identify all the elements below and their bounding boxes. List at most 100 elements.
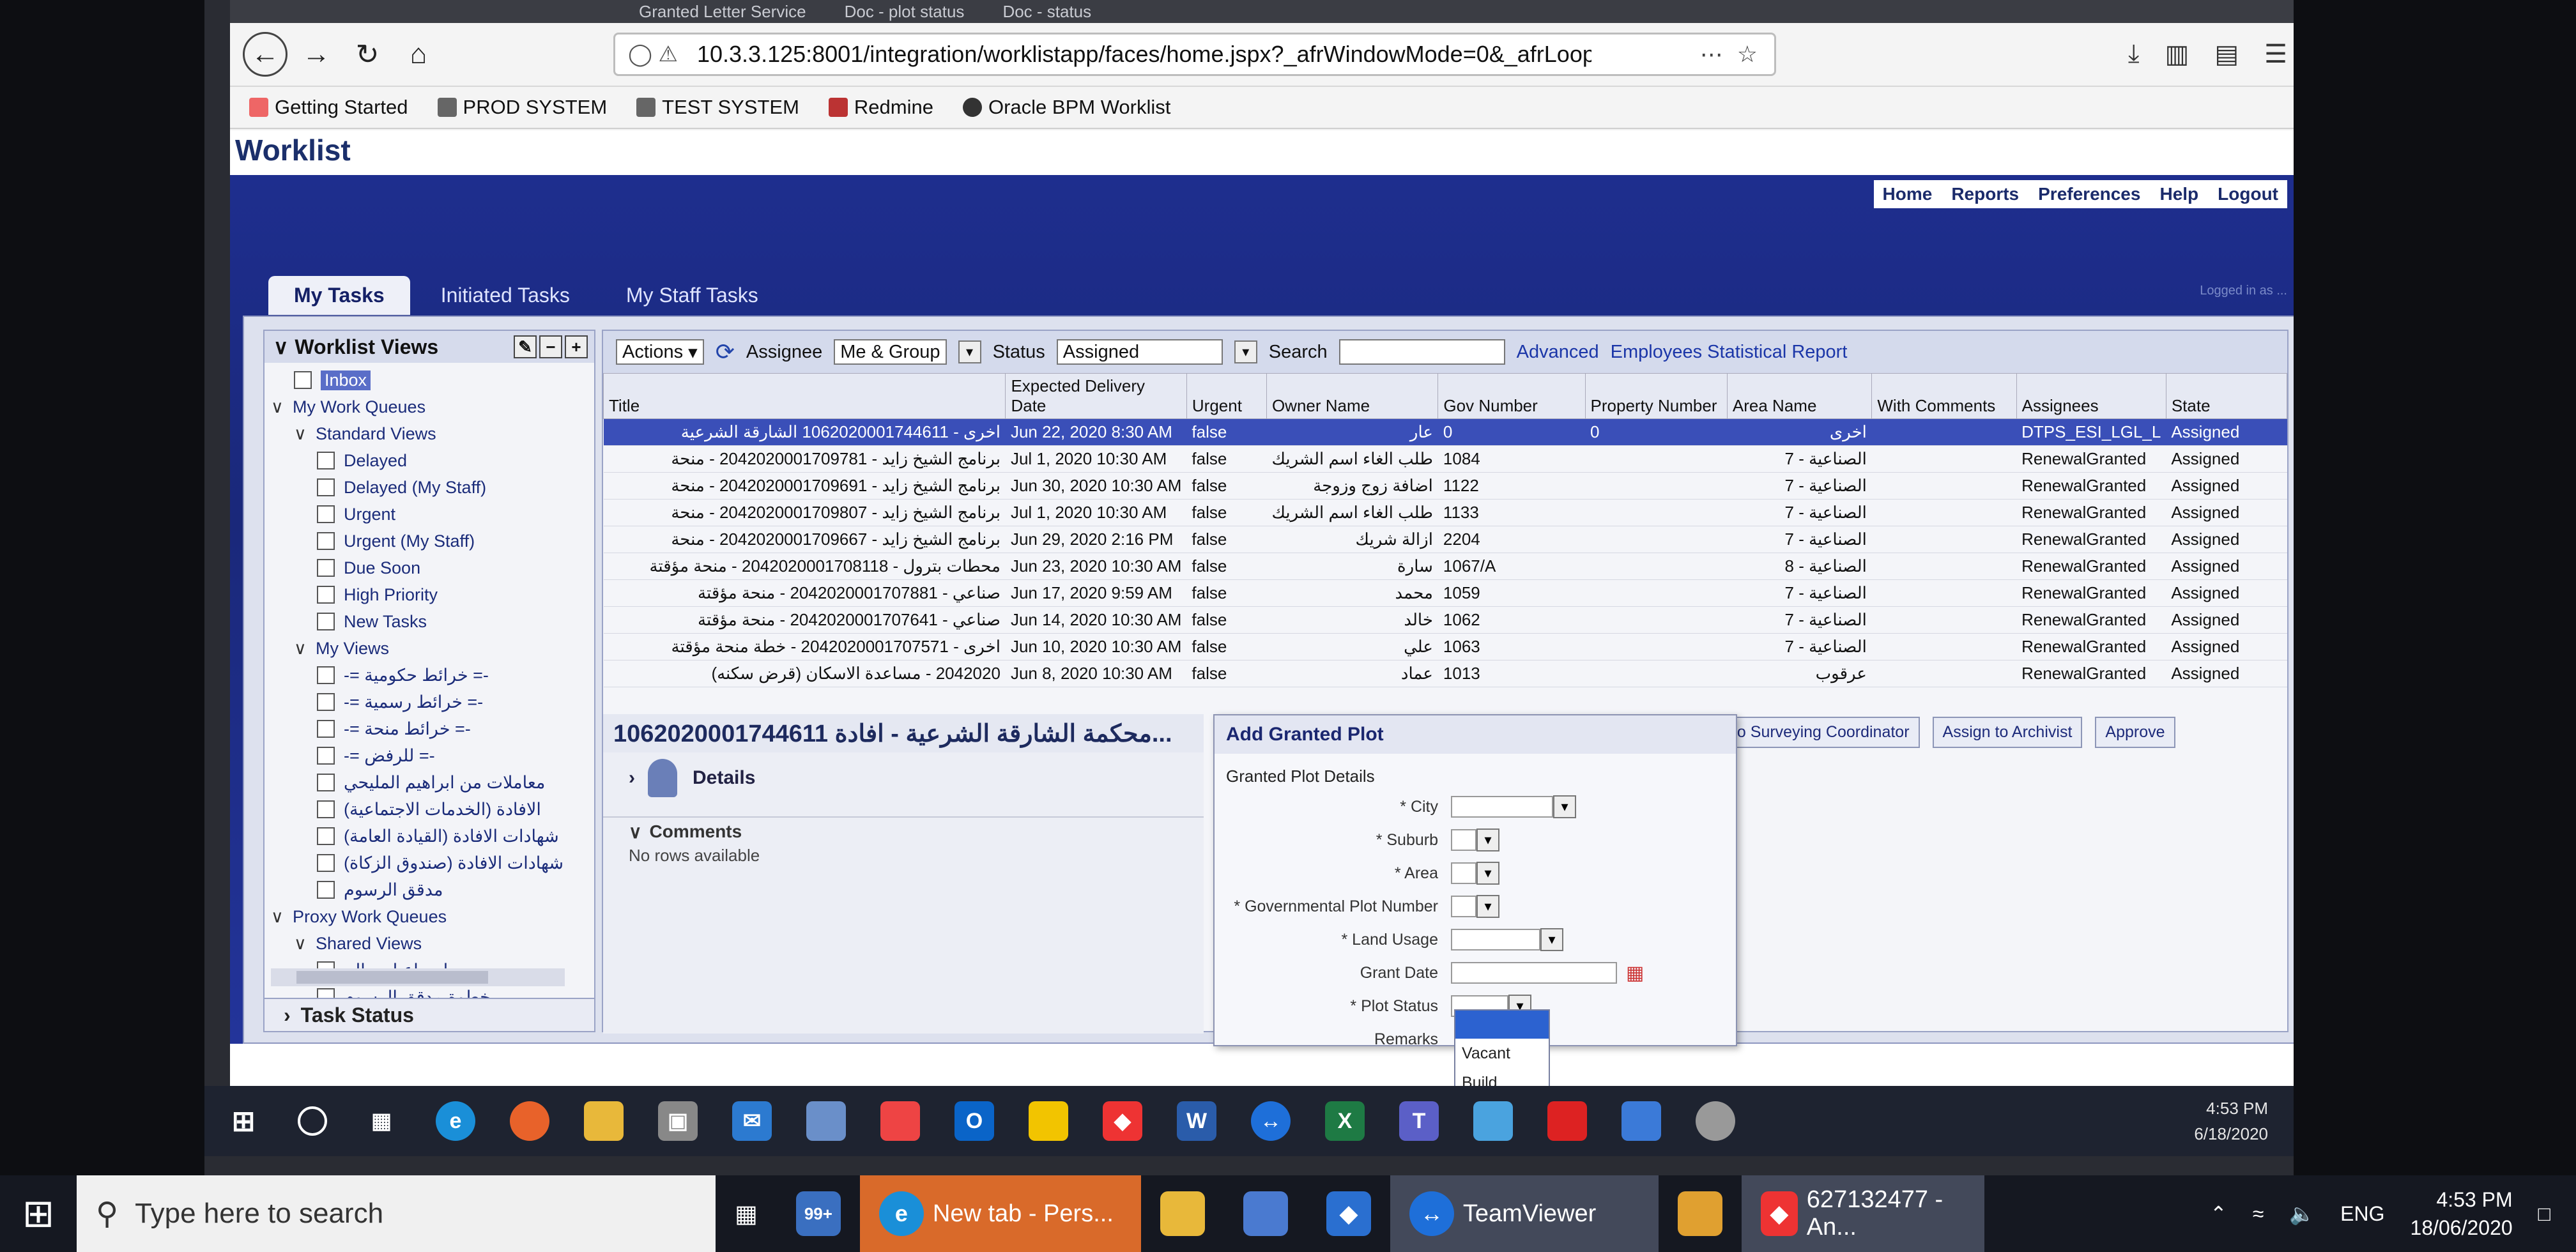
refresh-icon[interactable]: ⟳	[716, 339, 735, 365]
status-select[interactable]: Assigned	[1056, 339, 1223, 365]
notifications-icon[interactable]: □	[2538, 1202, 2550, 1226]
calendar-icon[interactable]: ▦	[1626, 962, 1644, 984]
table-row[interactable]: برنامج الشيخ زايد - 2042020001709667 - م…	[603, 526, 2287, 553]
column-header[interactable]: Urgent	[1186, 373, 1267, 419]
outlook-icon[interactable]: O	[954, 1101, 994, 1141]
teamviewer-icon[interactable]: ↔	[1251, 1101, 1291, 1141]
cortana-icon[interactable]	[298, 1106, 327, 1136]
taskbar-search[interactable]: ⚲ Type here to search	[77, 1175, 716, 1252]
word-icon[interactable]: W	[1177, 1101, 1216, 1141]
remove-view-icon[interactable]: −	[539, 335, 562, 358]
form-select[interactable]	[1451, 862, 1476, 884]
chevron-down-icon[interactable]: ▾	[1234, 340, 1257, 363]
tree-view-item[interactable]: -= خرائط رسمية =-	[271, 689, 594, 715]
assignee-select[interactable]: Me & Group	[834, 339, 947, 365]
anydesk-icon[interactable]: ◆	[1103, 1101, 1142, 1141]
tree-view-item[interactable]: New Tasks	[271, 608, 594, 635]
reports-link[interactable]: Reports	[1951, 184, 2019, 204]
tab-my-staff-tasks[interactable]: My Staff Tasks	[601, 276, 784, 315]
taskbar-app-remote[interactable]	[1224, 1175, 1307, 1252]
chevron-down-icon[interactable]: ▾	[1476, 895, 1499, 918]
approve-button[interactable]: Approve	[2095, 717, 2175, 748]
firefox-icon[interactable]	[510, 1101, 549, 1141]
browser-tab[interactable]: Doc - plot status	[845, 2, 965, 22]
page-actions-icon[interactable]: ⋯ ☆	[1700, 41, 1761, 68]
file-explorer-icon[interactable]	[584, 1101, 624, 1141]
task-status-section[interactable]: › Task Status	[264, 998, 594, 1031]
snip-icon[interactable]	[880, 1101, 920, 1141]
tree-view-item[interactable]: مدقق الرسوم	[271, 876, 594, 903]
bookmark-prod-system[interactable]: PROD SYSTEM	[437, 96, 607, 119]
tree-view-item[interactable]: -= خرائط منحة =-	[271, 715, 594, 742]
grant-date-input[interactable]	[1451, 962, 1617, 984]
tree-group[interactable]: ∨ Shared Views	[271, 930, 594, 957]
table-row[interactable]: برنامج الشيخ زايد - 2042020001709691 - م…	[603, 472, 2287, 500]
notes-icon[interactable]	[1029, 1101, 1068, 1141]
library-icon[interactable]: ▥	[2165, 40, 2189, 69]
taskbar-app-explorer[interactable]	[1141, 1175, 1224, 1252]
acrobat-icon[interactable]	[1547, 1101, 1587, 1141]
tree-view-item[interactable]: شهادات الافادة (صندوق الزكاة)	[271, 850, 594, 876]
paint-icon[interactable]	[1621, 1101, 1661, 1141]
table-row[interactable]: برنامج الشيخ زايد - 2042020001709781 - م…	[603, 445, 2287, 473]
help-link[interactable]: Help	[2159, 184, 2198, 204]
tree-view-item[interactable]: Delayed (My Staff)	[271, 474, 594, 501]
option-blank[interactable]	[1455, 1011, 1549, 1039]
actions-menu[interactable]: Actions ▾	[616, 339, 704, 365]
tree-view-item[interactable]: High Priority	[271, 581, 594, 608]
browser-tab[interactable]: Granted Letter Service	[639, 2, 806, 22]
edge-icon[interactable]: e	[436, 1101, 475, 1141]
expand-icon[interactable]: ∨	[294, 934, 310, 954]
reload-button[interactable]: ↻	[345, 32, 390, 77]
tree-view-item[interactable]: Urgent	[271, 501, 594, 528]
tree-group[interactable]: ∨ My Views	[271, 635, 594, 662]
bookmark-test-system[interactable]: TEST SYSTEM	[636, 96, 799, 119]
home-link[interactable]: Home	[1883, 184, 1933, 204]
teams-icon[interactable]: T	[1399, 1101, 1439, 1141]
preferences-link[interactable]: Preferences	[2038, 184, 2140, 204]
forward-button[interactable]: →	[294, 32, 339, 77]
expand-icon[interactable]: ∨	[294, 639, 310, 659]
chevron-down-icon[interactable]: ▾	[1476, 828, 1499, 851]
table-row[interactable]: اخرى - 1062020001744611 الشارقة الشرعية J…	[603, 418, 2287, 446]
tree-group[interactable]: ∨ Proxy Work Queues	[271, 903, 594, 930]
taskbar-app-store[interactable]	[1659, 1175, 1742, 1252]
tab-my-tasks[interactable]: My Tasks	[268, 276, 410, 315]
store-icon[interactable]: ▣	[658, 1101, 698, 1141]
windows-start-icon[interactable]: ⊞	[224, 1101, 263, 1141]
taskbar-app-anydesk[interactable]: ◆ 627132477 - An...	[1741, 1175, 1984, 1252]
tree-view-item[interactable]: -= للرفض =-	[271, 742, 594, 769]
browser-tab[interactable]: Doc - status	[1002, 2, 1091, 22]
tree-view-item[interactable]: Urgent (My Staff)	[271, 528, 594, 554]
excel-icon[interactable]: X	[1325, 1101, 1365, 1141]
chevron-down-icon[interactable]: ▾	[1540, 928, 1563, 951]
views-scrollbar[interactable]	[271, 968, 565, 986]
tree-view-item[interactable]: الافادة (الخدمات الاجتماعية)	[271, 796, 594, 823]
network-icon[interactable]: ≈	[2253, 1202, 2264, 1226]
expand-icon[interactable]: ∨	[294, 424, 310, 444]
table-row[interactable]: صناعي - 2042020001707641 - منحة مؤقتة Jun…	[603, 606, 2287, 634]
bookmark-oracle-bpm[interactable]: Oracle BPM Worklist	[962, 96, 1170, 119]
table-row[interactable]: صناعي - 2042020001707881 - منحة مؤقتة Jun…	[603, 579, 2287, 607]
column-header[interactable]: Assignees	[2016, 373, 2166, 419]
table-row[interactable]: 2042020 - مساعدة الاسكان (قرض سكنه) Jun 8…	[603, 660, 2287, 687]
sticky-notes-icon[interactable]	[806, 1101, 846, 1141]
sidebar-icon[interactable]: ▤	[2214, 40, 2239, 69]
task-view-button[interactable]: ▦	[716, 1175, 777, 1252]
assign-archivist-button[interactable]: Assign to Archivist	[1932, 717, 2083, 748]
outer-clock[interactable]: 4:53 PM 18/06/2020	[2411, 1186, 2513, 1242]
task-view-icon[interactable]: ▦	[362, 1101, 401, 1141]
form-select[interactable]	[1451, 829, 1476, 851]
bookmark-redmine[interactable]: Redmine	[828, 96, 933, 119]
chevron-down-icon[interactable]: ▾	[1476, 862, 1499, 885]
details-section[interactable]: › Details	[603, 752, 1204, 804]
option-vacant[interactable]: Vacant	[1455, 1039, 1549, 1068]
form-select[interactable]	[1451, 796, 1553, 818]
home-button[interactable]: ⌂	[396, 32, 441, 77]
expand-icon[interactable]: ∨	[271, 397, 288, 417]
bookmark-getting-started[interactable]: Getting Started	[249, 96, 408, 119]
tree-view-item[interactable]: Delayed	[271, 447, 594, 474]
collapse-icon[interactable]: ∨	[273, 335, 288, 359]
column-header[interactable]: Area Name	[1726, 373, 1873, 419]
column-header[interactable]: Expected Delivery Date	[1005, 373, 1187, 419]
